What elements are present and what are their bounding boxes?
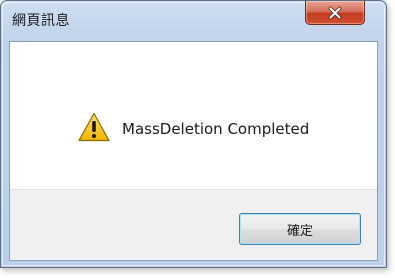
dialog-body: MassDeletion Completed 確定 bbox=[9, 41, 378, 261]
screen: 網頁訊息 MassDeletion Completed 確定 bbox=[0, 0, 395, 278]
message-text: MassDeletion Completed bbox=[122, 120, 310, 138]
close-button[interactable] bbox=[305, 1, 365, 25]
dialog-title: 網頁訊息 bbox=[12, 13, 70, 29]
ok-button[interactable]: 確定 bbox=[239, 213, 361, 245]
warning-icon bbox=[78, 112, 110, 142]
message-area: MassDeletion Completed bbox=[10, 42, 377, 189]
title-bar[interactable]: 網頁訊息 bbox=[1, 1, 386, 41]
message-dialog: 網頁訊息 MassDeletion Completed 確定 bbox=[0, 0, 387, 268]
close-icon bbox=[328, 6, 342, 19]
button-bar: 確定 bbox=[10, 189, 377, 260]
